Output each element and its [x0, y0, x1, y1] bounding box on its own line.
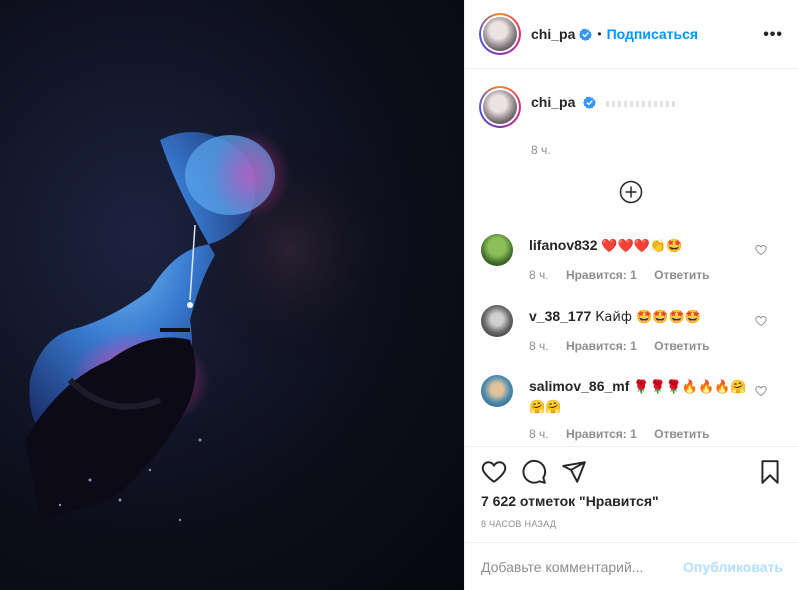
- comment-timestamp[interactable]: 8 ч.: [529, 339, 549, 353]
- commenter-avatar[interactable]: [481, 305, 513, 337]
- comment-timestamp[interactable]: 8 ч.: [529, 427, 549, 441]
- follow-button[interactable]: Подписаться: [607, 26, 699, 42]
- caption-author-avatar[interactable]: [479, 86, 521, 128]
- comment-text: Кайф 🤩🤩🤩🤩: [595, 310, 701, 325]
- comment-icon[interactable]: [521, 459, 547, 485]
- comment-likes[interactable]: Нравится: 1: [566, 268, 637, 282]
- commenter-avatar[interactable]: [481, 234, 513, 266]
- separator-dot: •: [597, 27, 602, 41]
- caption-text-redacted: [606, 101, 677, 107]
- author-username[interactable]: chi_pa: [531, 26, 575, 42]
- caption-timestamp: 8 ч.: [531, 143, 551, 157]
- comment-timestamp[interactable]: 8 ч.: [529, 268, 549, 282]
- add-comment-bar: Опубликовать: [465, 542, 798, 590]
- post-details-panel: chi_pa • Подписаться ••• chi_pa 8 ч. lif…: [464, 0, 798, 590]
- comment-likes[interactable]: Нравится: 1: [566, 427, 637, 441]
- bookmark-icon[interactable]: [757, 459, 783, 485]
- commenter-username[interactable]: salimov_86_mf: [529, 378, 629, 394]
- verified-badge-icon: [579, 28, 593, 41]
- comment-like-icon[interactable]: [755, 385, 767, 397]
- comment-text: ❤️❤️❤️👏🤩: [601, 239, 683, 254]
- comment-like-icon[interactable]: [755, 244, 767, 256]
- reply-button[interactable]: Ответить: [654, 427, 709, 441]
- caption-author[interactable]: chi_pa: [531, 94, 575, 110]
- post-caption: chi_pa: [479, 86, 677, 128]
- comment-input[interactable]: [481, 543, 684, 590]
- author-avatar[interactable]: [479, 13, 521, 55]
- comment-like-icon[interactable]: [755, 315, 767, 327]
- more-options-icon[interactable]: •••: [763, 26, 783, 44]
- commenter-username[interactable]: lifanov832: [529, 237, 597, 253]
- post-photo[interactable]: [0, 0, 464, 590]
- comment-likes[interactable]: Нравится: 1: [566, 339, 637, 353]
- post-view: chi_pa • Подписаться ••• chi_pa 8 ч. lif…: [0, 0, 798, 590]
- comments-section[interactable]: chi_pa 8 ч. lifanov832 ❤️❤️❤️👏🤩 8 ч. Нра…: [465, 70, 798, 446]
- reply-button[interactable]: Ответить: [654, 268, 709, 282]
- load-more-comments-icon[interactable]: [619, 180, 643, 204]
- post-header: chi_pa • Подписаться •••: [465, 0, 798, 69]
- commenter-username[interactable]: v_38_177: [529, 308, 591, 324]
- verified-badge-icon: [583, 96, 597, 109]
- post-timestamp[interactable]: 8 часов назад: [481, 519, 556, 529]
- post-image: [25, 130, 400, 522]
- publish-button[interactable]: Опубликовать: [683, 559, 783, 575]
- heart-icon[interactable]: [481, 459, 507, 485]
- share-icon[interactable]: [561, 459, 587, 485]
- post-actions: 7 622 отметок "Нравится" 8 часов назад: [465, 446, 798, 542]
- reply-button[interactable]: Ответить: [654, 339, 709, 353]
- likes-count[interactable]: 7 622 отметок "Нравится": [481, 493, 659, 509]
- commenter-avatar[interactable]: [481, 375, 513, 407]
